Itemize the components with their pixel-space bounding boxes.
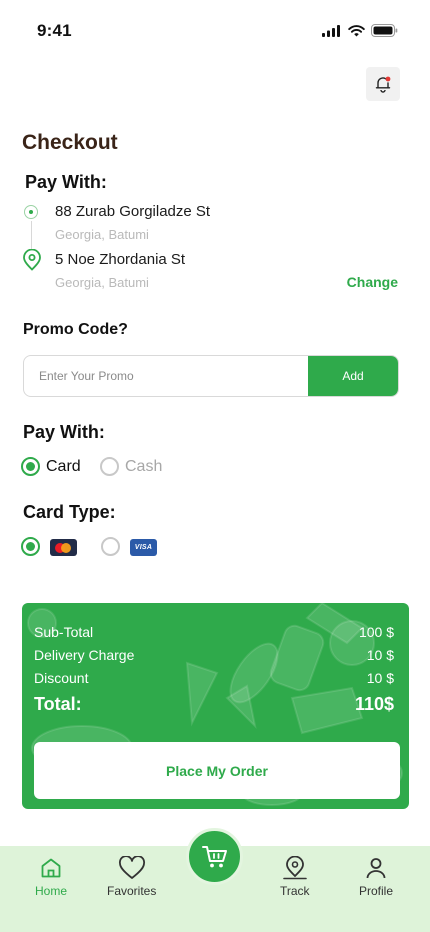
subtotal-value: 100 $ xyxy=(358,624,394,640)
status-icons xyxy=(322,24,398,37)
cash-label[interactable]: Cash xyxy=(125,458,162,476)
discount-label: Discount xyxy=(34,670,89,686)
user-icon xyxy=(366,858,386,879)
nav-profile-label: Profile xyxy=(359,884,394,898)
mastercard-logo-icon[interactable] xyxy=(50,539,77,556)
page-title: Checkout xyxy=(22,131,118,154)
discount-value: 10 $ xyxy=(366,670,394,686)
nav-favorites[interactable]: Favorites xyxy=(107,856,156,898)
heart-icon xyxy=(118,856,145,879)
map-pin-icon xyxy=(282,856,307,880)
nav-home[interactable]: Home xyxy=(35,856,67,898)
visa-logo-icon[interactable]: VISA xyxy=(130,539,157,556)
checkout-screen: 9:41 Checkout Pay With: 88 Zurab Gorgila… xyxy=(0,0,430,932)
origin-city: Georgia, Batumi xyxy=(55,227,149,242)
status-time: 9:41 xyxy=(37,21,72,40)
destination-street: 5 Noe Zhordania St xyxy=(55,251,186,268)
order-summary-card: Sub-Total 100 $ Delivery Charge 10 $ Dis… xyxy=(22,603,409,809)
subtotal-row: Sub-Total 100 $ xyxy=(34,624,394,640)
visa-radio[interactable] xyxy=(101,537,120,556)
route-line xyxy=(31,221,32,249)
cart-button[interactable] xyxy=(186,828,243,885)
cart-icon xyxy=(201,845,227,867)
promo-input[interactable] xyxy=(24,356,308,396)
total-label: Total: xyxy=(34,694,82,714)
battery-icon xyxy=(371,24,398,37)
payment-heading: Pay With: xyxy=(23,422,105,442)
place-order-button[interactable]: Place My Order xyxy=(34,742,400,799)
cash-radio[interactable] xyxy=(100,457,119,476)
wifi-icon xyxy=(348,24,365,36)
origin-street: 88 Zurab Gorgiladze St xyxy=(55,203,211,220)
nav-track-label: Track xyxy=(280,884,310,898)
nav-track[interactable]: Track xyxy=(280,856,310,898)
total-row: Total: 110$ xyxy=(34,694,394,715)
nav-favorites-label: Favorites xyxy=(107,884,157,898)
cellular-signal-icon xyxy=(322,24,340,37)
card-label[interactable]: Card xyxy=(46,458,81,476)
add-promo-button[interactable]: Add xyxy=(308,356,398,396)
delivery-value: 10 $ xyxy=(366,647,394,663)
destination-city: Georgia, Batumi xyxy=(55,275,149,290)
subtotal-label: Sub-Total xyxy=(34,624,94,640)
delivery-label: Delivery Charge xyxy=(34,647,135,663)
total-value: 110$ xyxy=(354,694,394,714)
home-icon xyxy=(41,858,61,878)
promo-heading: Promo Code? xyxy=(23,321,128,338)
mastercard-radio[interactable] xyxy=(21,537,40,556)
bell-icon xyxy=(375,76,391,93)
card-radio[interactable] xyxy=(21,457,40,476)
origin-dot-icon xyxy=(24,205,38,219)
promo-field-group: Add xyxy=(23,355,399,397)
change-address-link[interactable]: Change xyxy=(347,274,398,290)
card-type-heading: Card Type: xyxy=(23,502,116,522)
location-pin-icon xyxy=(23,249,41,271)
discount-row: Discount 10 $ xyxy=(34,670,394,686)
delivery-row: Delivery Charge 10 $ xyxy=(34,647,394,663)
notification-button[interactable] xyxy=(366,67,400,101)
nav-home-label: Home xyxy=(35,884,68,898)
nav-profile[interactable]: Profile xyxy=(359,856,393,898)
address-heading: Pay With: xyxy=(25,172,107,192)
